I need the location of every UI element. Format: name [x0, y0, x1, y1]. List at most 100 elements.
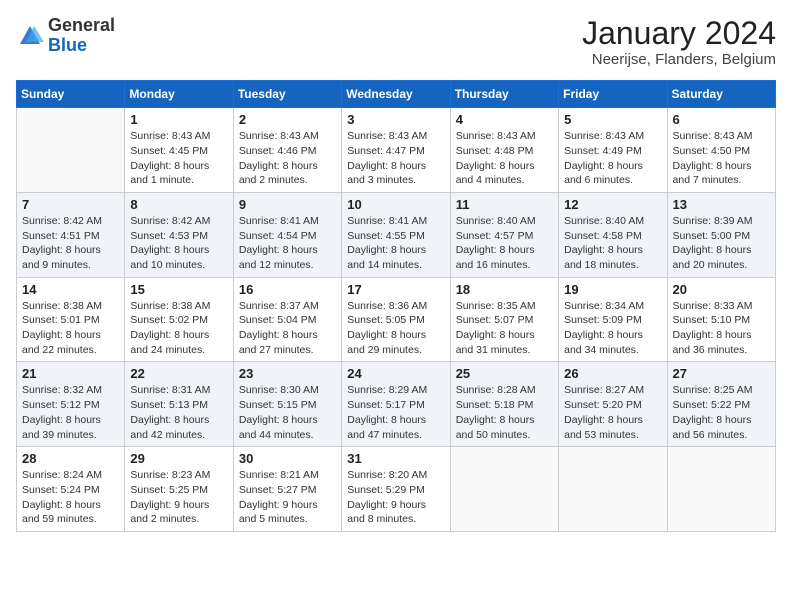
cell-info: Sunrise: 8:24 AMSunset: 5:24 PMDaylight:…	[22, 468, 119, 527]
cell-day-number: 18	[456, 282, 553, 297]
calendar-header-wednesday: Wednesday	[342, 81, 450, 108]
cell-day-number: 10	[347, 197, 444, 212]
calendar-cell: 12 Sunrise: 8:40 AMSunset: 4:58 PMDayligh…	[559, 192, 667, 277]
cell-info: Sunrise: 8:41 AMSunset: 4:54 PMDaylight:…	[239, 214, 336, 273]
cell-info: Sunrise: 8:21 AMSunset: 5:27 PMDaylight:…	[239, 468, 336, 527]
calendar-cell: 3 Sunrise: 8:43 AMSunset: 4:47 PMDaylight…	[342, 108, 450, 193]
cell-info: Sunrise: 8:23 AMSunset: 5:25 PMDaylight:…	[130, 468, 227, 527]
logo: General Blue	[16, 16, 115, 56]
calendar-cell: 22Sunrise: 8:31 AMSunset: 5:13 PMDayligh…	[125, 362, 233, 447]
cell-info: Sunrise: 8:37 AMSunset: 5:04 PMDaylight:…	[239, 299, 336, 358]
cell-day-number: 26	[564, 366, 661, 381]
logo-icon	[16, 22, 44, 50]
calendar-table: SundayMondayTuesdayWednesdayThursdayFrid…	[16, 80, 776, 532]
cell-day-number: 31	[347, 451, 444, 466]
cell-day-number: 20	[673, 282, 770, 297]
cell-info: Sunrise: 8:43 AMSunset: 4:47 PMDaylight:…	[347, 129, 444, 188]
cell-day-number: 19	[564, 282, 661, 297]
cell-info: Sunrise: 8:43 AMSunset: 4:46 PMDaylight:…	[239, 129, 336, 188]
calendar-week-row: 21 Sunrise: 8:32 AMSunset: 5:12 PMDayligh…	[17, 362, 776, 447]
cell-day-number: 1	[130, 112, 227, 127]
cell-info: Sunrise: 8:41 AMSunset: 4:55 PMDaylight:…	[347, 214, 444, 273]
cell-info: Sunrise: 8:34 AMSunset: 5:09 PMDaylight:…	[564, 299, 661, 358]
page-title: January 2024	[582, 16, 776, 51]
cell-info: Sunrise: 8:43 AMSunset: 4:45 PMDaylight:…	[130, 129, 227, 188]
calendar-cell: 4 Sunrise: 8:43 AMSunset: 4:48 PMDaylight…	[450, 108, 558, 193]
calendar-header-tuesday: Tuesday	[233, 81, 341, 108]
cell-day-number: 2	[239, 112, 336, 127]
cell-info: Sunrise: 8:43 AMSunset: 4:50 PMDaylight:…	[673, 129, 770, 188]
calendar-week-row: 28 Sunrise: 8:24 AMSunset: 5:24 PMDayligh…	[17, 447, 776, 532]
cell-info: Sunrise: 8:40 AMSunset: 4:58 PMDaylight:…	[564, 214, 661, 273]
calendar-cell	[667, 447, 775, 532]
cell-day-number: 12	[564, 197, 661, 212]
cell-day-number: 8	[130, 197, 227, 212]
cell-info: Sunrise: 8:36 AMSunset: 5:05 PMDaylight:…	[347, 299, 444, 358]
cell-info: Sunrise: 8:33 AMSunset: 5:10 PMDaylight:…	[673, 299, 770, 358]
cell-info: Sunrise: 8:30 AMSunset: 5:15 PMDaylight:…	[239, 383, 336, 442]
cell-info: Sunrise: 8:29 AMSunset: 5:17 PMDaylight:…	[347, 383, 444, 442]
cell-day-number: 27	[673, 366, 770, 381]
logo-general-text: General	[48, 15, 115, 35]
cell-day-number: 3	[347, 112, 444, 127]
cell-info: Sunrise: 8:32 AMSunset: 5:12 PMDaylight:…	[22, 383, 119, 442]
cell-day-number: 15	[130, 282, 227, 297]
page-header: General Blue January 2024 Neerijse, Flan…	[16, 16, 776, 68]
calendar-cell: 27 Sunrise: 8:25 AMSunset: 5:22 PMDayligh…	[667, 362, 775, 447]
cell-day-number: 23	[239, 366, 336, 381]
cell-day-number: 22	[130, 366, 227, 381]
calendar-cell: 6Sunrise: 8:43 AMSunset: 4:50 PMDaylight…	[667, 108, 775, 193]
calendar-cell: 9 Sunrise: 8:41 AMSunset: 4:54 PMDaylight…	[233, 192, 341, 277]
cell-day-number: 17	[347, 282, 444, 297]
cell-day-number: 4	[456, 112, 553, 127]
calendar-cell: 31Sunrise: 8:20 AMSunset: 5:29 PMDayligh…	[342, 447, 450, 532]
calendar-cell: 2 Sunrise: 8:43 AMSunset: 4:46 PMDaylight…	[233, 108, 341, 193]
calendar-header-monday: Monday	[125, 81, 233, 108]
cell-day-number: 7	[22, 197, 119, 212]
calendar-cell: 16 Sunrise: 8:37 AMSunset: 5:04 PMDayligh…	[233, 277, 341, 362]
calendar-cell: 13Sunrise: 8:39 AMSunset: 5:00 PMDayligh…	[667, 192, 775, 277]
cell-day-number: 11	[456, 197, 553, 212]
cell-info: Sunrise: 8:40 AMSunset: 4:57 PMDaylight:…	[456, 214, 553, 273]
cell-info: Sunrise: 8:38 AMSunset: 5:02 PMDaylight:…	[130, 299, 227, 358]
calendar-cell: 14Sunrise: 8:38 AMSunset: 5:01 PMDayligh…	[17, 277, 125, 362]
calendar-cell: 21 Sunrise: 8:32 AMSunset: 5:12 PMDayligh…	[17, 362, 125, 447]
calendar-header-friday: Friday	[559, 81, 667, 108]
cell-day-number: 5	[564, 112, 661, 127]
calendar-week-row: 14Sunrise: 8:38 AMSunset: 5:01 PMDayligh…	[17, 277, 776, 362]
calendar-cell: 19 Sunrise: 8:34 AMSunset: 5:09 PMDayligh…	[559, 277, 667, 362]
cell-info: Sunrise: 8:25 AMSunset: 5:22 PMDaylight:…	[673, 383, 770, 442]
cell-info: Sunrise: 8:28 AMSunset: 5:18 PMDaylight:…	[456, 383, 553, 442]
calendar-header-row: SundayMondayTuesdayWednesdayThursdayFrid…	[17, 81, 776, 108]
cell-day-number: 28	[22, 451, 119, 466]
calendar-week-row: 1 Sunrise: 8:43 AMSunset: 4:45 PMDaylight…	[17, 108, 776, 193]
cell-info: Sunrise: 8:27 AMSunset: 5:20 PMDaylight:…	[564, 383, 661, 442]
title-area: January 2024 Neerijse, Flanders, Belgium	[582, 16, 776, 68]
calendar-cell: 5Sunrise: 8:43 AMSunset: 4:49 PMDaylight…	[559, 108, 667, 193]
calendar-cell: 8Sunrise: 8:42 AMSunset: 4:53 PMDaylight…	[125, 192, 233, 277]
cell-day-number: 9	[239, 197, 336, 212]
calendar-cell: 1 Sunrise: 8:43 AMSunset: 4:45 PMDaylight…	[125, 108, 233, 193]
calendar-cell: 24 Sunrise: 8:29 AMSunset: 5:17 PMDayligh…	[342, 362, 450, 447]
logo-blue-text: Blue	[48, 35, 87, 55]
calendar-cell	[17, 108, 125, 193]
calendar-week-row: 7Sunrise: 8:42 AMSunset: 4:51 PMDaylight…	[17, 192, 776, 277]
calendar-cell	[559, 447, 667, 532]
cell-info: Sunrise: 8:35 AMSunset: 5:07 PMDaylight:…	[456, 299, 553, 358]
cell-info: Sunrise: 8:43 AMSunset: 4:48 PMDaylight:…	[456, 129, 553, 188]
calendar-header-thursday: Thursday	[450, 81, 558, 108]
page-subtitle: Neerijse, Flanders, Belgium	[582, 51, 776, 68]
cell-day-number: 16	[239, 282, 336, 297]
cell-day-number: 24	[347, 366, 444, 381]
calendar-cell: 11 Sunrise: 8:40 AMSunset: 4:57 PMDayligh…	[450, 192, 558, 277]
cell-day-number: 21	[22, 366, 119, 381]
calendar-header-saturday: Saturday	[667, 81, 775, 108]
calendar-cell: 15 Sunrise: 8:38 AMSunset: 5:02 PMDayligh…	[125, 277, 233, 362]
calendar-header-sunday: Sunday	[17, 81, 125, 108]
calendar-cell: 10 Sunrise: 8:41 AMSunset: 4:55 PMDayligh…	[342, 192, 450, 277]
calendar-cell: 17 Sunrise: 8:36 AMSunset: 5:05 PMDayligh…	[342, 277, 450, 362]
cell-info: Sunrise: 8:38 AMSunset: 5:01 PMDaylight:…	[22, 299, 119, 358]
cell-day-number: 25	[456, 366, 553, 381]
calendar-cell: 26 Sunrise: 8:27 AMSunset: 5:20 PMDayligh…	[559, 362, 667, 447]
calendar-cell: 18 Sunrise: 8:35 AMSunset: 5:07 PMDayligh…	[450, 277, 558, 362]
